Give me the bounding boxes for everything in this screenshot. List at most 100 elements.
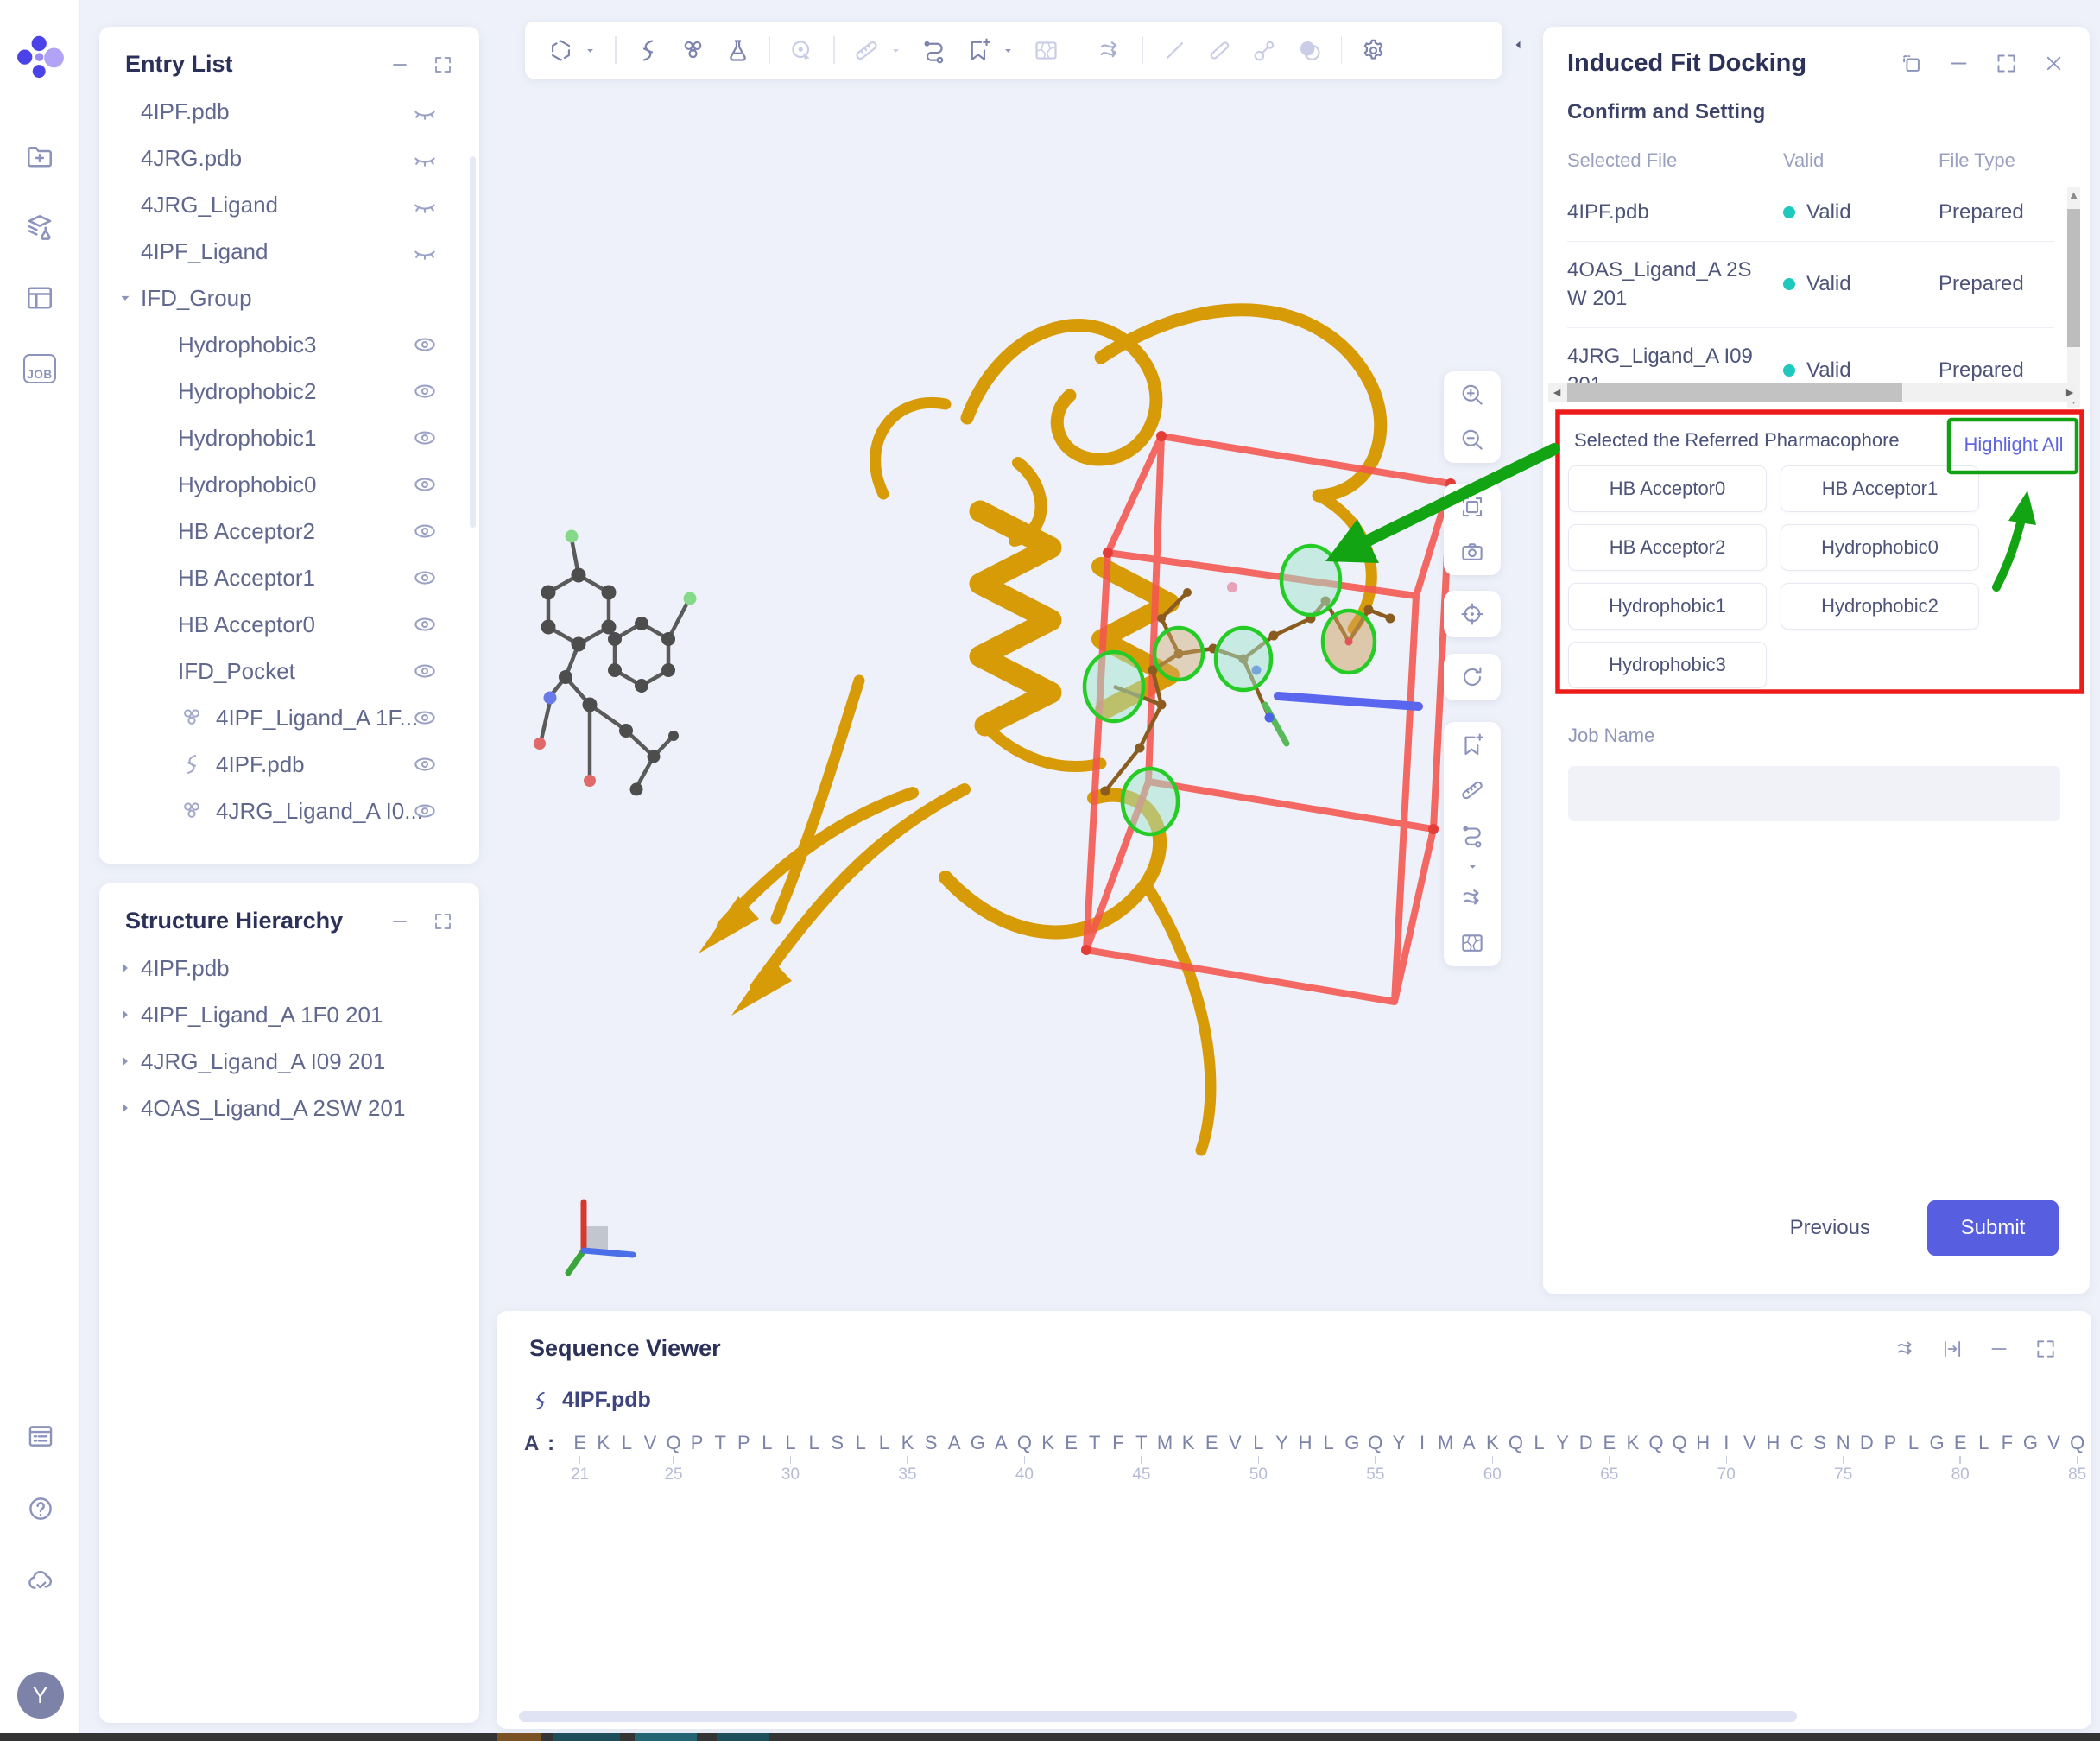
residue-cell[interactable]: L — [1972, 1430, 1996, 1486]
tool-gear-icon[interactable] — [1360, 37, 1387, 64]
minimize-icon[interactable] — [1947, 52, 1970, 75]
tool-surface-icon[interactable] — [1296, 37, 1323, 64]
visibility-toggle-icon[interactable] — [412, 798, 438, 824]
entry-list-item[interactable]: 4IPF.pdb — [99, 741, 479, 788]
align-icon[interactable] — [1941, 1338, 1964, 1360]
visibility-toggle-icon[interactable] — [412, 98, 438, 124]
tool-stick-icon[interactable] — [1206, 37, 1233, 64]
entry-list-item[interactable]: HB Acceptor0 — [99, 601, 479, 648]
entry-list-item[interactable]: 4IPF.pdb — [99, 88, 479, 135]
residue-cell[interactable]: K — [591, 1430, 615, 1486]
residue-cell[interactable]: C — [1785, 1430, 1808, 1486]
residue-cell[interactable]: K60 — [1481, 1430, 1504, 1486]
visibility-toggle-icon[interactable] — [412, 565, 438, 591]
viewer-center-icon[interactable] — [1459, 601, 1485, 627]
sidebar-new-project-icon[interactable] — [22, 138, 58, 174]
entry-list-item[interactable]: 4IPF_Ligand — [99, 228, 479, 275]
residue-cell[interactable]: N75 — [1831, 1430, 1855, 1486]
swap-icon[interactable] — [1894, 1338, 1917, 1360]
entry-list-item[interactable]: 4JRG.pdb — [99, 135, 479, 181]
entry-list-item[interactable]: Hydrophobic1 — [99, 415, 479, 461]
residue-cell[interactable]: E80 — [1949, 1430, 1972, 1486]
residue-cell[interactable]: P — [1878, 1430, 1901, 1486]
residue-cell[interactable]: Q85 — [2065, 1430, 2089, 1486]
viewer-swap-icon[interactable] — [1459, 885, 1485, 911]
tool-ruler-icon[interactable] — [853, 37, 880, 64]
residue-cell[interactable]: Q40 — [1013, 1430, 1036, 1486]
sidebar-jobs-icon[interactable]: JOB — [22, 351, 58, 387]
expander-right-icon[interactable] — [117, 1099, 134, 1117]
scroll-left-icon[interactable]: ◄ — [1548, 385, 1566, 399]
sequence-scrollbar[interactable] — [519, 1711, 1797, 1722]
job-name-input[interactable] — [1568, 766, 2060, 821]
tool-caret-icon[interactable] — [1002, 44, 1015, 57]
sidebar-cloud-sync-icon[interactable] — [22, 1563, 59, 1599]
residue-cell[interactable]: T45 — [1129, 1430, 1153, 1486]
viewer-zoom-out-icon[interactable] — [1459, 427, 1485, 453]
residue-cell[interactable]: E21 — [568, 1430, 591, 1486]
entry-list-item[interactable]: HB Acceptor2 — [99, 508, 479, 554]
tool-caret-icon[interactable] — [889, 44, 902, 57]
residue-cell[interactable]: L — [849, 1430, 872, 1486]
viewer-refresh-icon[interactable] — [1459, 664, 1485, 690]
expand-icon[interactable] — [433, 54, 453, 75]
residue-cell[interactable]: G — [966, 1430, 990, 1486]
residue-cell[interactable]: Q25 — [661, 1430, 685, 1486]
visibility-toggle-icon[interactable] — [412, 192, 438, 218]
residue-cell[interactable]: H — [1294, 1430, 1317, 1486]
visibility-toggle-icon[interactable] — [412, 472, 438, 497]
pharmacophore-button[interactable]: Hydrophobic2 — [1781, 583, 1979, 630]
entry-list-item[interactable]: 4JRG_Ligand — [99, 181, 479, 228]
entry-list-item[interactable]: HB Acceptor1 — [99, 554, 479, 601]
viewer-map-icon[interactable] — [1459, 930, 1485, 956]
expand-icon[interactable] — [2034, 1338, 2057, 1360]
residue-cell[interactable]: H — [1692, 1430, 1715, 1486]
scroll-up-icon[interactable]: ▲ — [2067, 187, 2080, 202]
visibility-toggle-icon[interactable] — [412, 378, 438, 404]
residue-cell[interactable]: T — [709, 1430, 732, 1486]
tool-target-icon[interactable] — [788, 37, 815, 64]
entry-list-item[interactable]: 4JRG_Ligand_A I0... — [99, 788, 479, 831]
residue-cell[interactable]: I — [1410, 1430, 1433, 1486]
pharmacophore-button[interactable]: Hydrophobic1 — [1568, 583, 1767, 630]
residue-cell[interactable]: M — [1434, 1430, 1458, 1486]
residue-cell[interactable]: E65 — [1597, 1430, 1621, 1486]
viewer-camera-icon[interactable] — [1459, 539, 1485, 565]
residue-cell[interactable]: Q — [1668, 1430, 1692, 1486]
residue-cell[interactable]: V — [1224, 1430, 1247, 1486]
tool-ballstick-icon[interactable] — [1251, 37, 1278, 64]
residue-cell[interactable]: K35 — [895, 1430, 919, 1486]
viewer-ruler-icon[interactable] — [1459, 777, 1485, 803]
entry-list-item[interactable]: Hydrophobic3 — [99, 321, 479, 368]
tool-map-icon[interactable] — [1033, 37, 1059, 64]
residue-cell[interactable]: K — [1177, 1430, 1200, 1486]
residue-cell[interactable]: L — [802, 1430, 825, 1486]
pharmacophore-button[interactable]: HB Acceptor0 — [1568, 465, 1767, 512]
hierarchy-item[interactable]: 4IPF_Ligand_A 1F0 201 — [99, 991, 479, 1038]
minimize-icon[interactable] — [389, 911, 410, 932]
residue-cell[interactable]: L30 — [779, 1430, 802, 1486]
tool-bookmark-add-icon[interactable] — [965, 37, 992, 64]
tool-flask-icon[interactable] — [724, 37, 751, 64]
residue-cell[interactable]: L — [1317, 1430, 1340, 1486]
visibility-toggle-icon[interactable] — [412, 611, 438, 637]
residue-cell[interactable]: Q — [1504, 1430, 1528, 1486]
avatar[interactable]: Y — [17, 1672, 64, 1719]
residue-cell[interactable]: F — [1996, 1430, 2019, 1486]
residue-cell[interactable]: K — [1036, 1430, 1059, 1486]
residue-cell[interactable]: K — [1621, 1430, 1644, 1486]
residue-cell[interactable]: V — [638, 1430, 661, 1486]
tool-path-icon[interactable] — [920, 37, 947, 64]
residue-cell[interactable]: L — [1901, 1430, 1925, 1486]
residue-cell[interactable]: Y — [1387, 1430, 1410, 1486]
expand-icon[interactable] — [433, 911, 453, 932]
residue-cell[interactable]: P — [732, 1430, 756, 1486]
tool-swap-icon[interactable] — [1097, 37, 1123, 64]
residue-cell[interactable]: V — [2042, 1430, 2065, 1486]
sidebar-task-list-icon[interactable] — [22, 1418, 59, 1454]
expander-right-icon[interactable] — [117, 1053, 134, 1070]
hierarchy-item[interactable]: 4JRG_Ligand_A I09 201 — [99, 1038, 479, 1085]
visibility-toggle-icon[interactable] — [412, 238, 438, 264]
table-row[interactable]: 4OAS_Ligand_A 2SW 201ValidPrepared — [1567, 242, 2054, 328]
residue-cell[interactable]: G — [2019, 1430, 2042, 1486]
